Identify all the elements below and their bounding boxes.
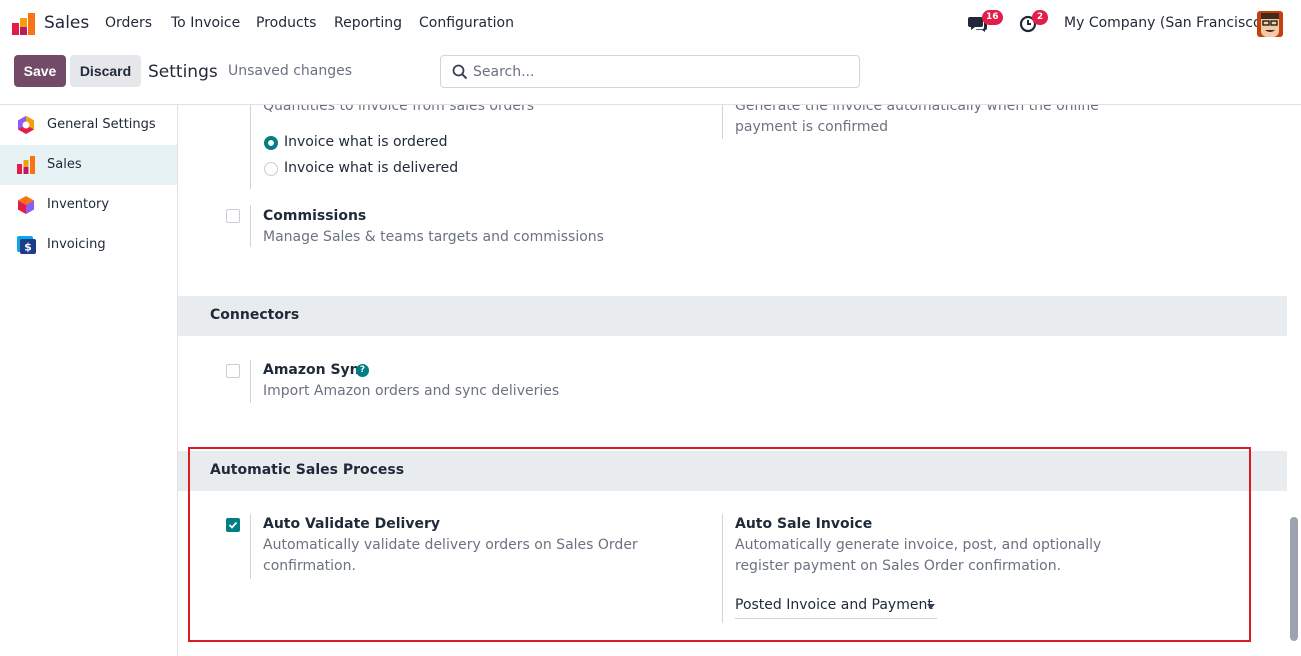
page-title: Settings <box>148 62 218 82</box>
app-name[interactable]: Sales <box>44 13 89 33</box>
sidebar-item-inventory[interactable]: Inventory <box>0 185 177 225</box>
search-icon <box>452 64 468 80</box>
divider <box>250 105 251 189</box>
invoicing-icon: $ <box>17 236 36 254</box>
help-icon[interactable]: ? <box>356 364 369 377</box>
company-switcher[interactable]: My Company (San Francisco) <box>1064 15 1267 31</box>
menu-configuration[interactable]: Configuration <box>419 15 514 31</box>
messages-button[interactable]: 16 <box>968 10 1003 35</box>
user-avatar[interactable] <box>1257 11 1283 37</box>
radio-invoice-ordered[interactable] <box>264 136 278 150</box>
activities-badge: 2 <box>1032 10 1048 25</box>
search-input[interactable] <box>473 62 843 82</box>
discard-button[interactable]: Discard <box>70 55 141 87</box>
inventory-icon <box>18 196 34 214</box>
messages-badge: 16 <box>982 10 1003 25</box>
highlight-annotation <box>188 447 1251 642</box>
radio-label-ordered[interactable]: Invoice what is ordered <box>284 134 448 150</box>
sidebar-item-label: Inventory <box>47 197 110 212</box>
sidebar-item-general-settings[interactable]: General Settings <box>0 105 177 145</box>
menu-products[interactable]: Products <box>256 15 316 31</box>
search-box[interactable] <box>440 55 860 88</box>
unsaved-status: Unsaved changes <box>228 63 353 79</box>
commissions-title: Commissions <box>263 208 367 224</box>
sales-icon <box>17 156 35 174</box>
amazon-sync-checkbox[interactable] <box>226 364 240 378</box>
section-title: Connectors <box>210 307 300 323</box>
commissions-desc: Manage Sales & teams targets and commiss… <box>263 229 604 245</box>
menu-orders[interactable]: Orders <box>105 15 152 31</box>
online-payment-invoice-desc: Generate the invoice automatically when … <box>735 105 1099 135</box>
sidebar-item-invoicing[interactable]: $ Invoicing <box>0 225 177 265</box>
divider <box>250 360 251 403</box>
sidebar-item-label: Invoicing <box>47 237 106 252</box>
divider <box>250 205 251 247</box>
content-scrollbar[interactable] <box>1287 105 1301 656</box>
general-settings-icon <box>18 116 34 134</box>
invoicing-policy-desc: Quantities to invoice from sales orders <box>263 105 535 114</box>
sales-app-icon[interactable] <box>12 13 36 35</box>
sidebar-item-label: General Settings <box>47 117 156 132</box>
menu-to-invoice[interactable]: To Invoice <box>171 15 240 31</box>
settings-sidebar: General Settings Sales Inventory $ Invoi… <box>0 105 178 656</box>
amazon-sync-title: Amazon Sync <box>263 362 368 378</box>
radio-invoice-delivered[interactable] <box>264 162 278 176</box>
radio-label-delivered[interactable]: Invoice what is delivered <box>284 160 458 176</box>
commissions-checkbox[interactable] <box>226 209 240 223</box>
activities-button[interactable]: 2 <box>1019 10 1048 35</box>
sidebar-item-sales[interactable]: Sales <box>0 145 177 185</box>
save-button[interactable]: Save <box>14 55 66 87</box>
control-panel: Save Discard Settings Unsaved changes <box>0 47 1301 105</box>
svg-text:$: $ <box>24 241 32 254</box>
top-navbar: Sales Orders To Invoice Products Reporti… <box>0 0 1301 47</box>
menu-reporting[interactable]: Reporting <box>334 15 402 31</box>
scrollbar-thumb[interactable] <box>1290 517 1298 641</box>
divider <box>722 105 723 139</box>
connectors-header: Connectors <box>178 296 1287 336</box>
amazon-sync-desc: Import Amazon orders and sync deliveries <box>263 383 560 399</box>
sidebar-item-label: Sales <box>47 157 82 172</box>
